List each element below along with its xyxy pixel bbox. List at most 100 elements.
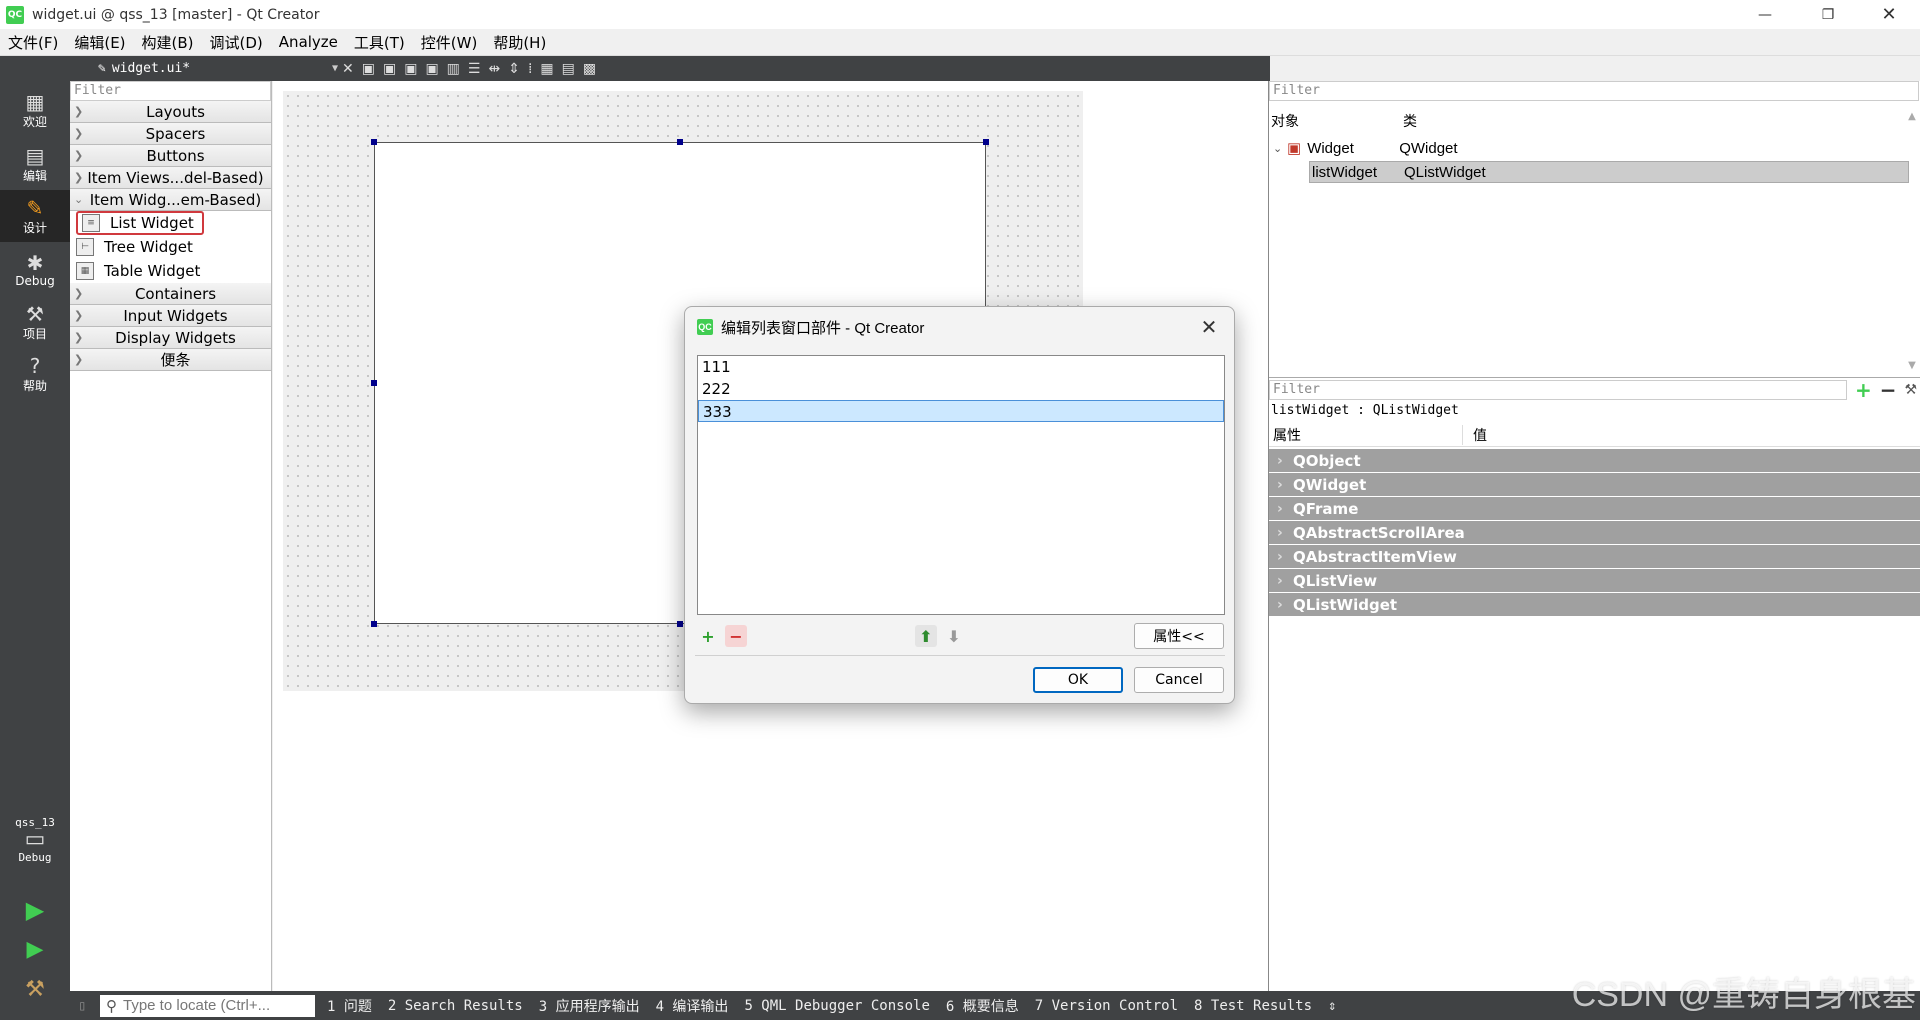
- property-groups: QObject QWidget QFrame QAbstractScrollAr…: [1269, 449, 1920, 617]
- category-layouts[interactable]: ❯ Layouts: [70, 101, 271, 123]
- menu-file[interactable]: 文件(F): [0, 32, 66, 53]
- document-tab[interactable]: ✎ widget.ui* ▼: [70, 61, 338, 76]
- menu-edit[interactable]: 编辑(E): [66, 32, 133, 53]
- widgetbox-filter[interactable]: Filter: [70, 81, 271, 101]
- property-group[interactable]: QAbstractScrollArea: [1269, 521, 1920, 545]
- layout-grid-icon[interactable]: ⁞: [528, 61, 532, 77]
- category-item-views[interactable]: ❯ Item Views...del-Based): [70, 167, 271, 189]
- resize-handle[interactable]: [371, 621, 377, 627]
- edit-signals-icon[interactable]: ▣: [383, 61, 396, 77]
- list-item[interactable]: 333: [698, 400, 1224, 422]
- list-item[interactable]: 111: [698, 356, 1224, 378]
- hammer-icon: ⚒: [25, 977, 45, 1002]
- menu-tools[interactable]: 工具(T): [346, 32, 413, 53]
- pane-version-control[interactable]: 7 Version Control: [1035, 998, 1178, 1014]
- menu-analyze[interactable]: Analyze: [271, 33, 346, 51]
- move-down-icon[interactable]: ⬇: [943, 625, 965, 647]
- locator-input[interactable]: ⚲ Type to locate (Ctrl+...: [100, 994, 315, 1017]
- widget-list-widget[interactable]: ≡ List Widget: [70, 211, 271, 235]
- mode-help[interactable]: ? 帮助: [0, 348, 70, 400]
- chevron-updown-icon[interactable]: ⇕: [1328, 998, 1336, 1014]
- move-up-icon[interactable]: ⬆: [915, 625, 937, 647]
- widget-table-widget[interactable]: ▦ Table Widget: [70, 259, 271, 283]
- layout-vertical-icon[interactable]: ☰: [468, 61, 481, 77]
- pane-application-output[interactable]: 3 应用程序输出: [539, 996, 640, 1016]
- menu-debug[interactable]: 调试(D): [202, 32, 271, 53]
- category-input-widgets[interactable]: ❯ Input Widgets: [70, 305, 271, 327]
- scrollbar[interactable]: ▲ ▼: [1906, 111, 1918, 371]
- remove-item-icon[interactable]: −: [725, 625, 747, 647]
- mode-edit[interactable]: ▤ 编辑: [0, 138, 70, 190]
- adjust-size-icon[interactable]: ▩: [583, 61, 596, 77]
- category-display-widgets[interactable]: ❯ Display Widgets: [70, 327, 271, 349]
- object-row-listwidget[interactable]: listWidget QListWidget: [1309, 161, 1909, 183]
- pane-qml-console[interactable]: 5 QML Debugger Console: [744, 998, 929, 1014]
- dialog-item-list[interactable]: 111 222 333: [697, 355, 1225, 615]
- editor-toolbar: ✎ widget.ui* ▼ ✕ ▣ ▣ ▣ ▣ ▥ ☰ ⇹ ⇕ ⁞ ▦ ▤ ▩: [70, 56, 1270, 81]
- ok-button[interactable]: OK: [1033, 667, 1123, 693]
- object-filter[interactable]: Filter: [1269, 81, 1919, 101]
- object-row-widget[interactable]: ⌄ ▣ Widget QWidget: [1269, 137, 1909, 159]
- layout-splitter-v-icon[interactable]: ⇕: [508, 61, 520, 77]
- property-group[interactable]: QListView: [1269, 569, 1920, 593]
- pane-test-results[interactable]: 8 Test Results: [1194, 998, 1312, 1014]
- pane-search-results[interactable]: 2 Search Results: [388, 998, 523, 1014]
- menu-widgets[interactable]: 控件(W): [413, 32, 486, 53]
- mode-design[interactable]: ✎ 设计: [0, 190, 70, 242]
- mode-debug[interactable]: ✱ Debug: [0, 244, 70, 296]
- resize-handle[interactable]: [371, 380, 377, 386]
- pane-general-messages[interactable]: 6 概要信息: [946, 996, 1019, 1016]
- run-button[interactable]: ▶: [0, 890, 70, 930]
- layout-form-icon[interactable]: ▦: [540, 61, 553, 77]
- widget-tree-widget[interactable]: ⊢ Tree Widget: [70, 235, 271, 259]
- scroll-up-icon[interactable]: ▲: [1908, 111, 1916, 122]
- mode-projects[interactable]: ⚒ 项目: [0, 296, 70, 348]
- kit-selector[interactable]: qss_13 ▭ Debug: [0, 804, 70, 876]
- break-layout-icon[interactable]: ▤: [562, 61, 575, 77]
- scroll-down-icon[interactable]: ▼: [1908, 360, 1916, 371]
- mode-welcome[interactable]: ▦ 欢迎: [0, 84, 70, 136]
- pane-compile-output[interactable]: 4 编译输出: [656, 996, 729, 1016]
- add-item-icon[interactable]: +: [697, 625, 719, 647]
- category-containers[interactable]: ❯ Containers: [70, 283, 271, 305]
- debug-run-button[interactable]: ▶: [0, 930, 70, 970]
- minimize-icon[interactable]: —: [1742, 0, 1788, 29]
- add-property-icon[interactable]: +: [1855, 378, 1872, 402]
- property-group[interactable]: QWidget: [1269, 473, 1920, 497]
- resize-handle[interactable]: [983, 139, 989, 145]
- close-document-icon[interactable]: ✕: [342, 61, 354, 77]
- property-group[interactable]: QAbstractItemView: [1269, 545, 1920, 569]
- property-group[interactable]: QListWidget: [1269, 593, 1920, 617]
- edit-buddies-icon[interactable]: ▣: [404, 61, 417, 77]
- cancel-button[interactable]: Cancel: [1134, 667, 1224, 693]
- wrench-icon[interactable]: ⚒: [1905, 382, 1918, 398]
- toggle-sidebar-icon[interactable]: ▯: [78, 998, 86, 1014]
- restore-icon[interactable]: ❐: [1805, 0, 1851, 29]
- category-spacers[interactable]: ❯ Spacers: [70, 123, 271, 145]
- property-group[interactable]: QObject: [1269, 449, 1920, 473]
- list-item[interactable]: 222: [698, 378, 1224, 400]
- layout-horizontal-icon[interactable]: ▥: [447, 61, 460, 77]
- category-buttons[interactable]: ❯ Buttons: [70, 145, 271, 167]
- resize-handle[interactable]: [677, 621, 683, 627]
- build-button[interactable]: ⚒: [0, 970, 70, 1010]
- resize-handle[interactable]: [371, 139, 377, 145]
- menu-build[interactable]: 构建(B): [134, 32, 202, 53]
- menu-help[interactable]: 帮助(H): [485, 32, 554, 53]
- close-icon[interactable]: ✕: [1194, 313, 1224, 341]
- pane-issues[interactable]: 1 问题: [327, 996, 372, 1016]
- close-icon[interactable]: ✕: [1866, 0, 1912, 29]
- edit-widgets-icon[interactable]: ▣: [362, 61, 375, 77]
- layout-splitter-h-icon[interactable]: ⇹: [488, 61, 500, 77]
- properties-toggle-button[interactable]: 属性<<: [1134, 623, 1224, 649]
- category-item-widgets[interactable]: ⌄ Item Widg...em-Based): [70, 189, 271, 211]
- category-scratchpad[interactable]: ❯ 便条: [70, 349, 271, 371]
- chevron-down-icon[interactable]: ▼: [332, 63, 338, 74]
- remove-property-icon[interactable]: −: [1880, 378, 1897, 402]
- property-group[interactable]: QFrame: [1269, 497, 1920, 521]
- qt-creator-icon: QC: [6, 5, 24, 24]
- property-filter[interactable]: Filter: [1269, 379, 1847, 400]
- edit-tab-order-icon[interactable]: ▣: [425, 61, 438, 77]
- resize-handle[interactable]: [677, 139, 683, 145]
- category-label: 便条: [160, 351, 191, 369]
